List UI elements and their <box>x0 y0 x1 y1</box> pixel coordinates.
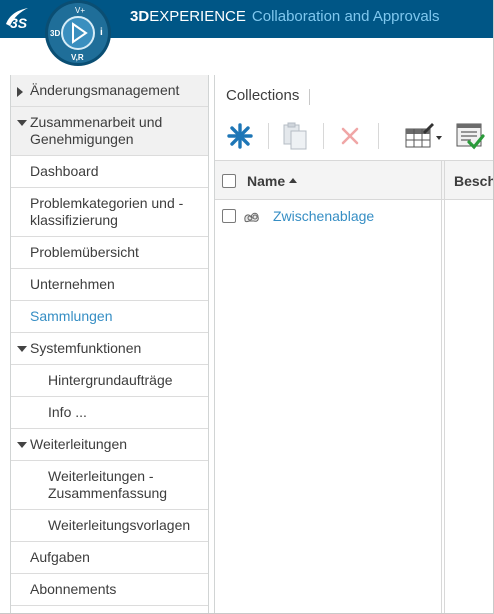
approve-list-icon <box>456 123 485 150</box>
compass-bottom-label: V,R <box>71 53 84 62</box>
toolbar <box>215 117 494 157</box>
sort-ascending-icon <box>289 178 298 183</box>
copy-icon <box>283 122 307 150</box>
toolbar-divider <box>323 123 324 149</box>
nav-item-background-jobs[interactable]: Hintergrundaufträge <box>11 365 208 397</box>
compass-right-label: i <box>100 27 103 38</box>
nav-category-change-management[interactable]: Änderungsmanagement <box>11 75 208 107</box>
table-edit-dropdown[interactable] <box>399 117 447 155</box>
nav-label: Weiterleitungen - Zusammenfassung <box>48 468 168 501</box>
collapse-down-icon[interactable] <box>17 120 27 126</box>
brand-title: 3DEXPERIENCE Collaboration and Approvals <box>130 8 440 25</box>
ds-logo-icon[interactable]: 3S <box>4 4 34 32</box>
column-header-label: Name <box>247 173 286 189</box>
compass-top-label: V+ <box>75 6 85 15</box>
nav-item-collections[interactable]: Sammlungen <box>11 301 208 333</box>
collections-table: Name Besch Zwischenablage <box>215 160 494 614</box>
nav-item-route-templates[interactable]: Weiterleitungsvorlagen <box>11 510 208 542</box>
nav-label: Abonnements <box>30 581 117 597</box>
row-checkbox[interactable] <box>222 209 236 223</box>
left-navigation: Änderungsmanagement Zusammenarbeit und G… <box>10 75 209 613</box>
compass-left-label: 3D <box>50 29 60 38</box>
copy-button[interactable] <box>278 117 312 155</box>
select-all-checkbox[interactable] <box>222 174 236 188</box>
nav-label: Info ... <box>48 404 87 420</box>
table-row[interactable]: Zwischenablage <box>215 200 441 232</box>
column-divider <box>444 160 445 614</box>
nav-item-tasks[interactable]: Aufgaben <box>11 542 208 574</box>
nav-label: Problemkategorien und -klassifizierung <box>30 195 184 228</box>
approve-list-button[interactable] <box>452 117 488 155</box>
app-name: Collaboration and Approvals <box>251 8 440 25</box>
expand-right-icon[interactable] <box>17 87 23 97</box>
brand-bold: 3D <box>130 8 150 25</box>
create-new-icon <box>227 123 253 149</box>
toolbar-divider <box>268 123 269 149</box>
create-new-button[interactable] <box>223 117 257 155</box>
collection-name-link[interactable]: Zwischenablage <box>273 208 374 224</box>
nav-item-info[interactable]: Info ... <box>11 397 208 429</box>
nav-category-collaboration[interactable]: Zusammenarbeit und Genehmigungen <box>11 107 208 156</box>
brand-rest: EXPERIENCE <box>149 8 246 25</box>
nav-item-subscriptions[interactable]: Abonnements <box>11 574 208 606</box>
delete-button[interactable] <box>333 117 367 155</box>
collapse-down-icon[interactable] <box>17 442 27 448</box>
delete-icon <box>341 127 359 145</box>
nav-item-routes-summary[interactable]: Weiterleitungen - Zusammenfassung <box>11 461 208 510</box>
nav-item-problem-overview[interactable]: Problemübersicht <box>11 237 208 269</box>
nav-label: Weiterleitungsvorlagen <box>48 517 191 533</box>
column-header-description[interactable]: Besch <box>454 173 494 189</box>
column-divider <box>441 160 442 614</box>
nav-label: Dashboard <box>30 163 99 179</box>
table-edit-icon <box>405 123 442 148</box>
column-header-name[interactable]: Name <box>247 173 298 189</box>
title-divider <box>309 89 310 105</box>
nav-label: Problemübersicht <box>30 244 139 260</box>
collections-panel: Collections Name Besch Zwischenablage <box>214 75 494 614</box>
nav-label: Zusammenarbeit und Genehmigungen <box>30 114 163 147</box>
nav-label: Unternehmen <box>30 276 115 292</box>
nav-label: Änderungsmanagement <box>30 82 180 98</box>
nav-label: Aufgaben <box>30 549 90 565</box>
compass-icon[interactable]: V+ 3D i V,R <box>42 0 114 68</box>
nav-label: Systemfunktionen <box>30 340 142 356</box>
nav-item-problem-categories[interactable]: Problemkategorien und -klassifizierung <box>11 188 208 237</box>
svg-text:3S: 3S <box>10 15 28 31</box>
collapse-down-icon[interactable] <box>17 346 27 352</box>
nav-label: Sammlungen <box>30 308 113 324</box>
nav-label: Hintergrundaufträge <box>48 372 173 388</box>
nav-item-dashboard[interactable]: Dashboard <box>11 156 208 188</box>
nav-label: Weiterleitungen <box>30 436 128 452</box>
table-header: Name Besch <box>215 160 494 200</box>
collection-icon <box>244 212 259 223</box>
toolbar-divider <box>378 123 379 149</box>
nav-group-system-functions[interactable]: Systemfunktionen <box>11 333 208 365</box>
nav-group-routes[interactable]: Weiterleitungen <box>11 429 208 461</box>
nav-item-companies[interactable]: Unternehmen <box>11 269 208 301</box>
page-title: Collections <box>226 87 300 104</box>
